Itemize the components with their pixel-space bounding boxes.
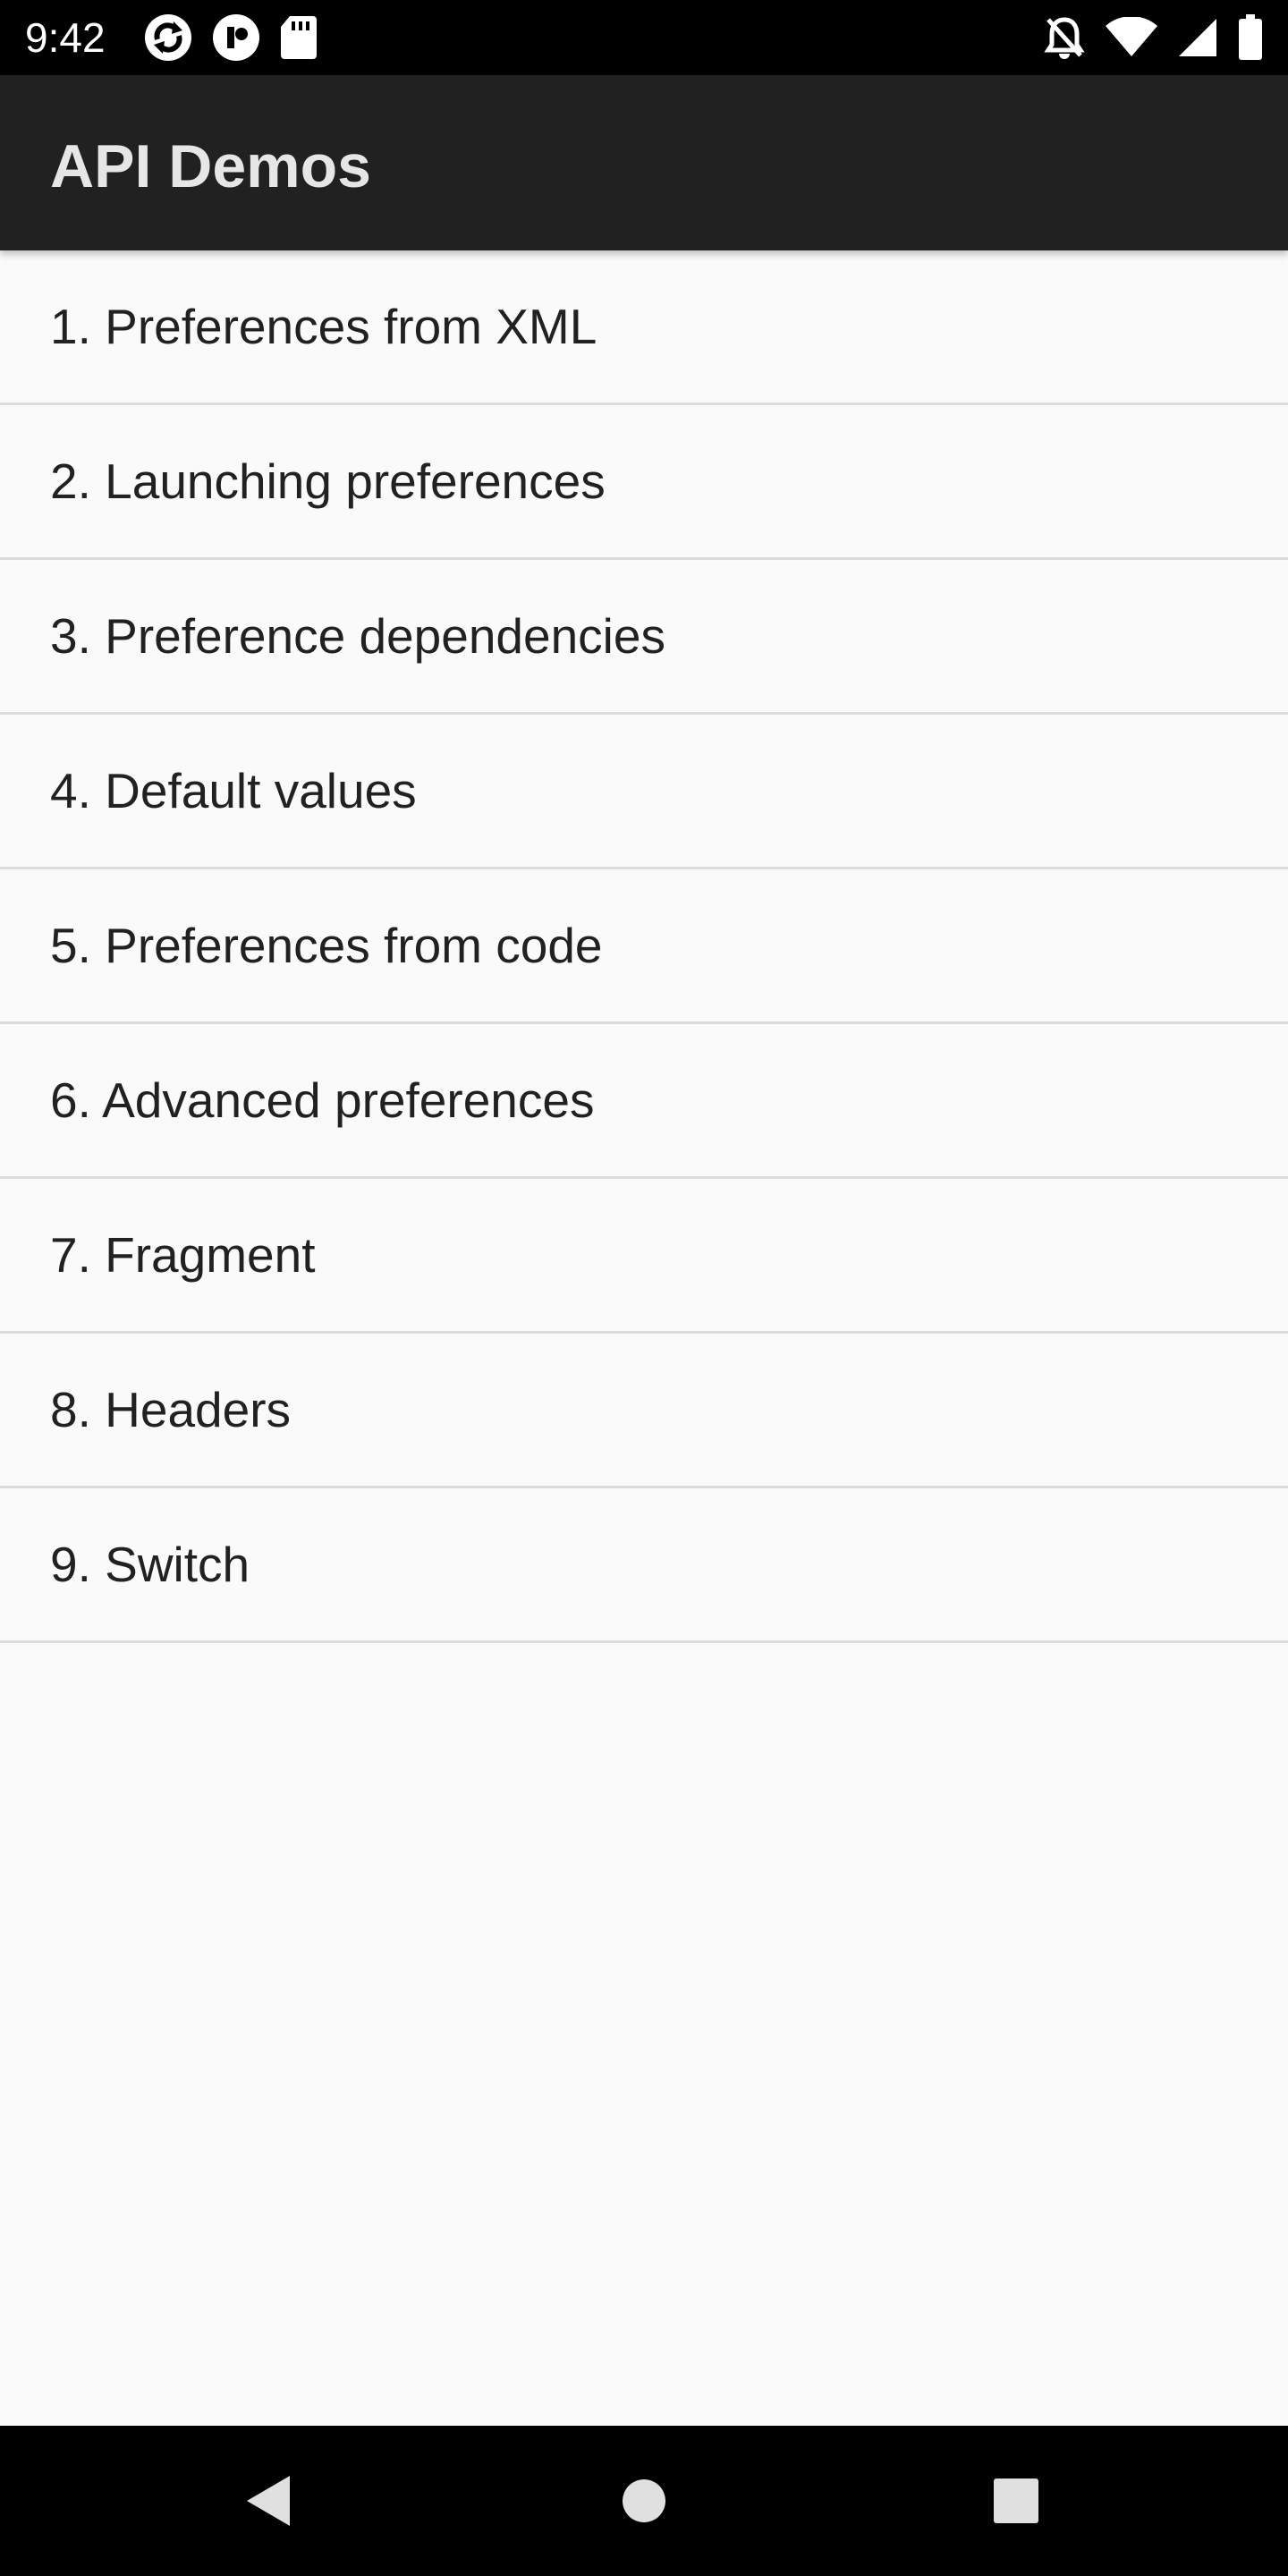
status-bar: 9:42: [0, 0, 1288, 75]
notifications-off-icon: [1044, 17, 1085, 59]
recents-icon: [994, 2479, 1038, 2523]
preference-demo-list: 1. Preferences from XML 2. Launching pre…: [0, 250, 1288, 1643]
navigation-bar: [0, 2426, 1288, 2576]
status-left-icons: [143, 13, 317, 63]
list-item[interactable]: 5. Preferences from code: [0, 869, 1288, 1024]
list-item[interactable]: 8. Headers: [0, 1334, 1288, 1488]
cell-signal-icon: [1179, 19, 1216, 56]
list-item[interactable]: 4. Default values: [0, 715, 1288, 869]
list-item-label: 4. Default values: [50, 763, 417, 818]
list-item[interactable]: 2. Launching preferences: [0, 405, 1288, 560]
list-item-label: 6. Advanced preferences: [50, 1072, 595, 1128]
list-item[interactable]: 6. Advanced preferences: [0, 1024, 1288, 1179]
list-item-label: 2. Launching preferences: [50, 453, 606, 509]
list-item[interactable]: 9. Switch: [0, 1488, 1288, 1643]
list-item-label: 3. Preference dependencies: [50, 608, 665, 664]
status-right-icons: [1043, 13, 1263, 63]
home-icon: [623, 2479, 665, 2522]
recents-button[interactable]: [979, 2463, 1054, 2538]
list-item[interactable]: 7. Fragment: [0, 1179, 1288, 1334]
screen: 9:42 API Demos 1. Preferences from XML 2…: [0, 0, 1288, 2576]
list-item-label: 1. Preferences from XML: [50, 299, 597, 354]
notification-app-icon: [213, 14, 259, 61]
wifi-icon: [1106, 17, 1157, 56]
sync-icon: [145, 14, 191, 61]
battery-icon: [1239, 14, 1262, 60]
status-time: 9:42: [25, 14, 106, 61]
back-button[interactable]: [231, 2463, 306, 2538]
list-item-label: 9. Switch: [50, 1537, 250, 1592]
list-item-label: 5. Preferences from code: [50, 918, 603, 973]
page-title: API Demos: [50, 132, 371, 200]
app-bar: API Demos: [0, 75, 1288, 250]
list-item[interactable]: 1. Preferences from XML: [0, 250, 1288, 405]
back-icon: [247, 2476, 290, 2526]
sd-card-icon: [281, 16, 317, 59]
list-item[interactable]: 3. Preference dependencies: [0, 560, 1288, 715]
home-button[interactable]: [606, 2463, 682, 2538]
list-item-label: 8. Headers: [50, 1382, 292, 1437]
list-item-label: 7. Fragment: [50, 1227, 316, 1283]
